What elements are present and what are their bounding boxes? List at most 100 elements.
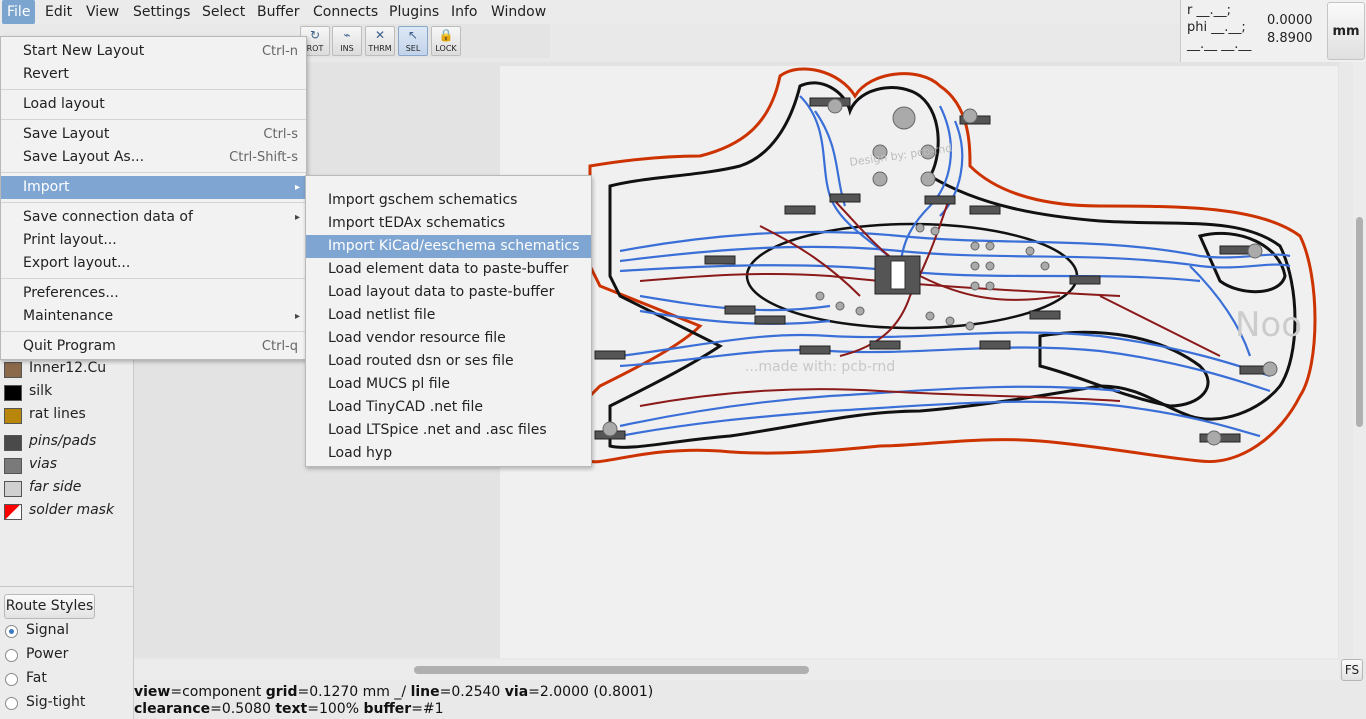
- menu-item-print-layout[interactable]: Print layout...: [1, 229, 306, 252]
- menu-separator: [1, 278, 306, 279]
- layer-label: rat lines: [29, 406, 86, 422]
- menu-edit[interactable]: Edit: [40, 0, 77, 24]
- layer-far-side[interactable]: far side: [0, 477, 133, 500]
- submenu-item-load-ltspice[interactable]: Load LTSpice .net and .asc files: [306, 419, 591, 442]
- menu-view[interactable]: View: [81, 0, 124, 24]
- r-readout: r __.__;: [1187, 3, 1231, 18]
- menu-item-maintenance[interactable]: Maintenance ▸: [1, 305, 306, 328]
- submenu-item-load-tinycad[interactable]: Load TinyCAD .net file: [306, 396, 591, 419]
- menu-buffer[interactable]: Buffer: [252, 0, 305, 24]
- submenu-item-import-kicad[interactable]: Import KiCad/eeschema schematics: [306, 235, 591, 258]
- submenu-item-load-mucs[interactable]: Load MUCS pl file: [306, 373, 591, 396]
- menu-file[interactable]: File: [2, 0, 36, 24]
- menu-item-label: Load layout data to paste-buffer: [328, 284, 555, 300]
- fullscreen-button[interactable]: FS: [1341, 659, 1363, 681]
- submenu-item-import-tedax[interactable]: Import tEDAx schematics: [306, 212, 591, 235]
- layer-label: pins/pads: [29, 433, 97, 449]
- status-key: text: [275, 701, 308, 717]
- status-value: =component: [170, 684, 266, 700]
- menu-item-label: Quit Program: [23, 338, 116, 354]
- status-line-2: clearance=0.5080 text=100% buffer=#1: [134, 701, 1366, 718]
- layer-color-swatch[interactable]: [4, 504, 22, 520]
- menu-item-label: Save Layout As...: [23, 149, 145, 165]
- route-style-sig-tight[interactable]: Sig-tight: [5, 693, 130, 715]
- menu-item-save-layout-as[interactable]: Save Layout As... Ctrl-Shift-s: [1, 146, 306, 169]
- submenu-item-import-gschem[interactable]: Import gschem schematics: [306, 189, 591, 212]
- board-area[interactable]: Design by: pcb-rnd ...made with: pcb-rnd…: [500, 66, 1338, 658]
- radio-indicator[interactable]: [5, 673, 18, 686]
- menu-item-start-new-layout[interactable]: Start New Layout Ctrl-n: [1, 40, 306, 63]
- submenu-arrow-icon: ▸: [294, 182, 300, 193]
- unit-toggle-button[interactable]: mm: [1327, 2, 1365, 60]
- menu-item-label: Load TinyCAD .net file: [328, 399, 483, 415]
- menu-connects[interactable]: Connects: [308, 0, 383, 24]
- insert-icon: ⌁: [343, 28, 351, 42]
- menu-item-preferences[interactable]: Preferences...: [1, 282, 306, 305]
- thermal-mode-button[interactable]: ✕ THRM: [365, 26, 395, 56]
- status-key: via: [504, 684, 529, 700]
- horizontal-scrollbar[interactable]: [134, 660, 1339, 680]
- layer-color-swatch[interactable]: [4, 458, 22, 474]
- vertical-scrollbar[interactable]: [1353, 62, 1366, 658]
- submenu-item-load-routed-dsn[interactable]: Load routed dsn or ses file: [306, 350, 591, 373]
- silk-text-name: Noo: [1235, 305, 1302, 345]
- menu-item-label: Save connection data of: [23, 209, 193, 225]
- menu-select[interactable]: Select: [197, 0, 250, 24]
- menu-item-accel: Ctrl-Shift-s: [229, 150, 298, 165]
- menu-item-label: Print layout...: [23, 232, 117, 248]
- layer-color-swatch[interactable]: [4, 435, 22, 451]
- layer-color-swatch[interactable]: [4, 362, 22, 378]
- menu-separator: [1, 89, 306, 90]
- menu-plugins[interactable]: Plugins: [384, 0, 444, 24]
- scroll-thumb[interactable]: [1356, 217, 1363, 427]
- menu-settings[interactable]: Settings: [128, 0, 195, 24]
- delta-readout: __.__ __.__: [1187, 37, 1252, 52]
- select-mode-button[interactable]: ↖ SEL: [398, 26, 428, 56]
- radio-indicator[interactable]: [5, 649, 18, 662]
- layer-inner12[interactable]: Inner12.Cu: [0, 358, 133, 381]
- route-styles-button[interactable]: Route Styles: [4, 594, 95, 619]
- radio-indicator[interactable]: [5, 697, 18, 710]
- menu-info[interactable]: Info: [446, 0, 483, 24]
- status-key: view: [134, 684, 171, 700]
- pcb-layout-drawing: Design by: pcb-rnd ...made with: pcb-rnd…: [588, 67, 1317, 464]
- menu-item-import[interactable]: Import ▸: [1, 176, 306, 199]
- layer-color-swatch[interactable]: [4, 385, 22, 401]
- layer-silk[interactable]: silk: [0, 381, 133, 404]
- menu-item-save-connection-data[interactable]: Save connection data of ▸: [1, 206, 306, 229]
- route-style-signal[interactable]: Signal: [5, 621, 130, 643]
- route-style-power[interactable]: Power: [5, 645, 130, 667]
- menu-item-save-layout[interactable]: Save Layout Ctrl-s: [1, 123, 306, 146]
- layer-solder-mask[interactable]: solder mask: [0, 500, 133, 523]
- menu-item-label: Start New Layout: [23, 43, 145, 59]
- layer-rat-lines[interactable]: rat lines: [0, 404, 133, 427]
- layer-color-swatch[interactable]: [4, 481, 22, 497]
- status-key: line: [410, 684, 440, 700]
- menu-item-revert[interactable]: Revert: [1, 63, 306, 86]
- menu-item-label: Import KiCad/eeschema schematics: [328, 238, 580, 254]
- layer-label: vias: [29, 456, 58, 472]
- menu-window[interactable]: Window: [486, 0, 551, 24]
- menu-item-quit[interactable]: Quit Program Ctrl-q: [1, 335, 306, 358]
- layer-label: Inner12.Cu: [29, 360, 107, 376]
- menu-item-label: Revert: [23, 66, 69, 82]
- import-submenu: Import gschem schematics Import tEDAx sc…: [305, 175, 592, 467]
- submenu-item-load-hyp[interactable]: Load hyp: [306, 442, 591, 465]
- menu-item-load-layout[interactable]: Load layout: [1, 93, 306, 116]
- menu-item-label: Import: [23, 179, 70, 195]
- insert-mode-button[interactable]: ⌁ INS: [332, 26, 362, 56]
- submenu-item-load-netlist[interactable]: Load netlist file: [306, 304, 591, 327]
- submenu-item-load-element-data[interactable]: Load element data to paste-buffer: [306, 258, 591, 281]
- radio-indicator[interactable]: [5, 625, 18, 638]
- submenu-item-load-vendor-resource[interactable]: Load vendor resource file: [306, 327, 591, 350]
- layer-pins-pads[interactable]: pins/pads: [0, 431, 133, 454]
- lock-mode-button[interactable]: 🔒 LOCK: [431, 26, 461, 56]
- status-value: =0.5080: [210, 701, 276, 717]
- scroll-thumb[interactable]: [414, 666, 809, 674]
- layer-vias[interactable]: vias: [0, 454, 133, 477]
- submenu-item-load-layout-data[interactable]: Load layout data to paste-buffer: [306, 281, 591, 304]
- route-style-fat[interactable]: Fat: [5, 669, 130, 691]
- menu-item-export-layout[interactable]: Export layout...: [1, 252, 306, 275]
- y-readout: 8.8900: [1267, 31, 1313, 46]
- layer-color-swatch[interactable]: [4, 408, 22, 424]
